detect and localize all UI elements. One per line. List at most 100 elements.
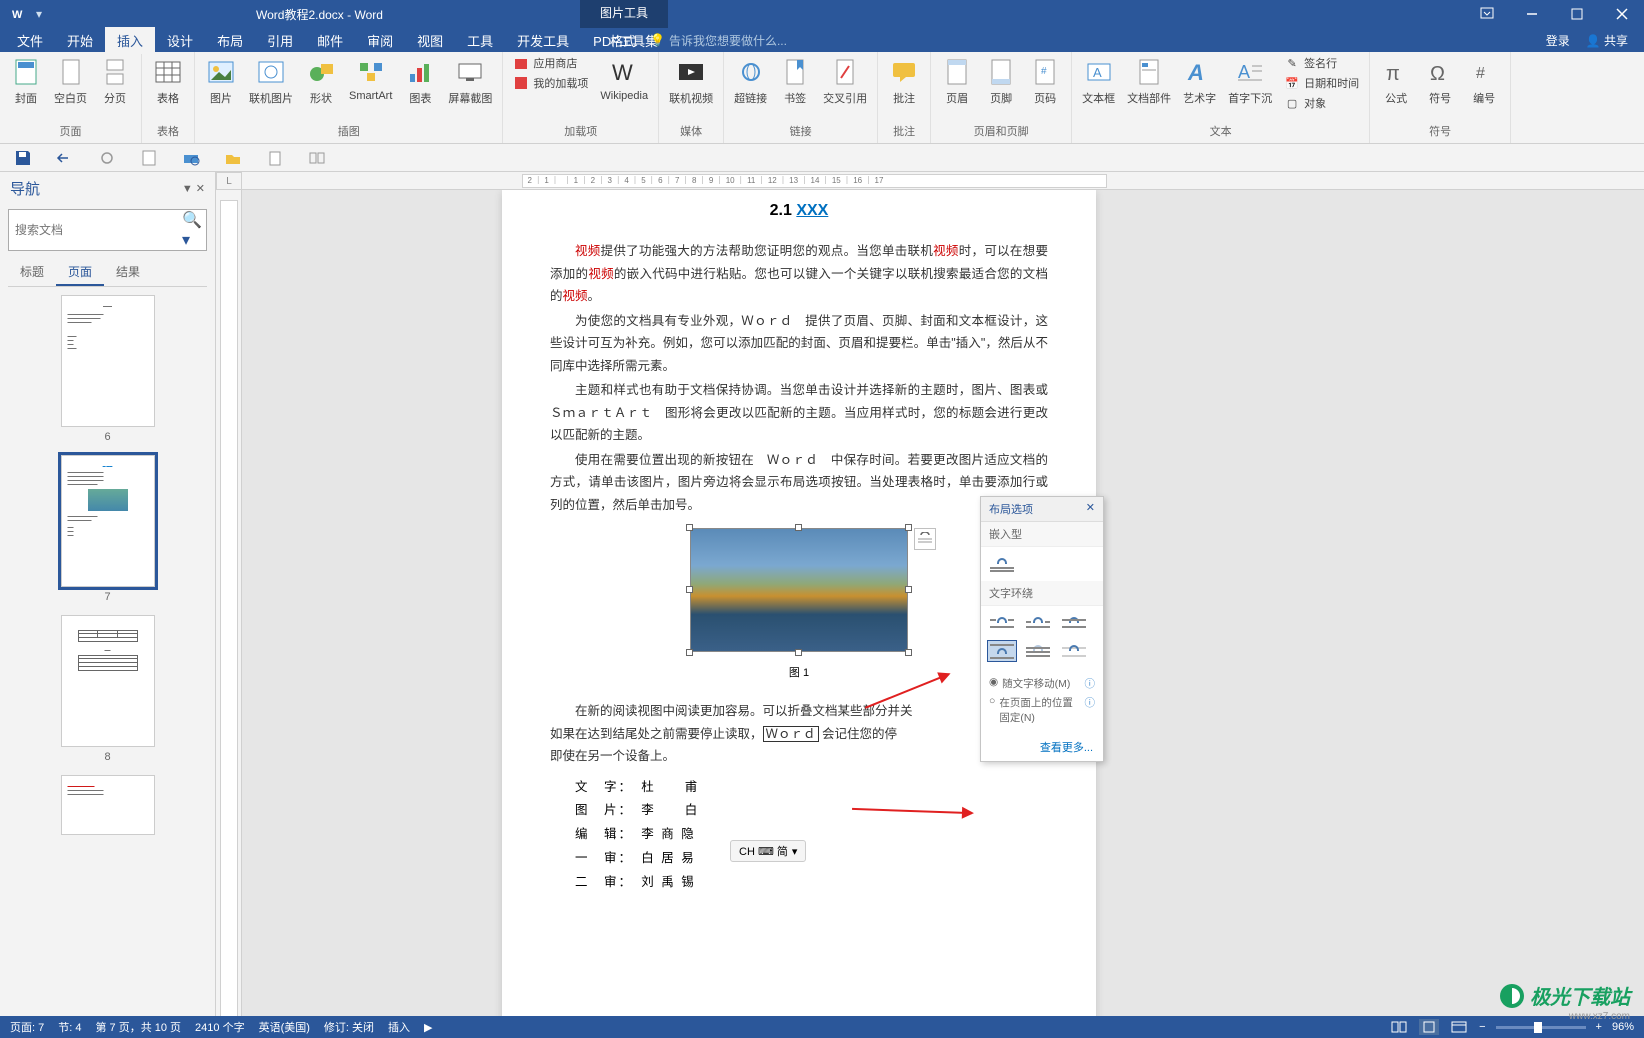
store-button[interactable]: 应用商店: [509, 54, 592, 72]
bookmark-button[interactable]: 书签: [775, 54, 815, 108]
number-button[interactable]: #编号: [1464, 54, 1504, 108]
radio-fix-position[interactable]: ○在页面上的位置固定(N)ⓘ: [989, 693, 1095, 727]
close-icon[interactable]: [1599, 0, 1644, 28]
nav-tab-pages[interactable]: 页面: [56, 259, 104, 286]
document-area[interactable]: 2.1 XXX 视频提供了功能强大的方法帮助您证明您的观点。当您单击联机视频时，…: [242, 190, 1644, 1020]
chart-button[interactable]: 图表: [400, 54, 440, 108]
horizontal-ruler[interactable]: 2 ｜ 1 ｜ ｜ 1 ｜ 2 ｜ 3 ｜ 4 ｜ 5 ｜ 6 ｜ 7 ｜ 8 …: [242, 172, 1644, 190]
thumbnail-7[interactable]: ▬ ▬▬▬▬▬▬▬▬▬▬▬▬▬▬▬▬▬▬▬▬▬▬▬▬▬▬▬▬▬▬▬▬▬▬▬▬▬▬…: [61, 455, 155, 587]
radio-move-with-text[interactable]: ◉随文字移动(M)ⓘ: [989, 674, 1095, 693]
zoom-in-icon[interactable]: +: [1596, 1021, 1602, 1033]
wrap-behind[interactable]: [1023, 640, 1053, 662]
shapes-button[interactable]: 形状: [301, 54, 341, 108]
view-print-icon[interactable]: [1419, 1019, 1439, 1035]
nav-tab-results[interactable]: 结果: [104, 259, 152, 286]
page-break-button[interactable]: 分页: [95, 54, 135, 108]
view-read-icon[interactable]: [1389, 1019, 1409, 1035]
view-web-icon[interactable]: [1449, 1019, 1469, 1035]
minimize-icon[interactable]: [1509, 0, 1554, 28]
wordart-button[interactable]: A艺术字: [1179, 54, 1220, 108]
page-number-button[interactable]: #页码: [1025, 54, 1065, 108]
header-button[interactable]: 页眉: [937, 54, 977, 108]
wrap-topbottom[interactable]: [987, 640, 1017, 662]
wrap-front[interactable]: [1059, 640, 1089, 662]
resize-handle-s[interactable]: [795, 649, 802, 656]
status-language[interactable]: 英语(美国): [259, 1019, 310, 1035]
nav-tab-headings[interactable]: 标题: [8, 259, 56, 286]
my-addins-button[interactable]: 我的加载项: [509, 74, 592, 92]
zoom-slider[interactable]: [1496, 1026, 1586, 1029]
thumbnail-6[interactable]: ▬▬▬▬▬▬▬▬▬▬▬▬▬▬▬▬▬▬▬▬▬▬▬▬▬▬▬▬▬▬▬▬▬▬▬▬▬▬▬▬…: [61, 295, 155, 427]
status-macro-icon[interactable]: ▶: [424, 1021, 432, 1034]
ribbon-options-icon[interactable]: [1464, 0, 1509, 28]
popup-close-icon[interactable]: ✕: [1086, 501, 1095, 517]
document-body[interactable]: 视频提供了功能强大的方法帮助您证明您的观点。当您单击联机视频时，可以在想要添加的…: [550, 240, 1048, 516]
resize-handle-se[interactable]: [905, 649, 912, 656]
zoom-level[interactable]: 96%: [1612, 1021, 1634, 1033]
new-icon[interactable]: [138, 147, 160, 169]
resize-handle-e[interactable]: [905, 586, 912, 593]
login-link[interactable]: 登录: [1546, 32, 1570, 49]
redo-icon[interactable]: [96, 147, 118, 169]
inserted-image[interactable]: [690, 528, 908, 652]
object-button[interactable]: ▢对象: [1280, 94, 1363, 112]
status-track[interactable]: 修订: 关闭: [324, 1019, 374, 1035]
tab-references[interactable]: 引用: [255, 27, 305, 54]
wrap-inline[interactable]: [987, 553, 1017, 575]
document-body-2[interactable]: 在新的阅读视图中阅读更加容易。可以折叠文档某些部分并关如果在达到结尾处之前需要停…: [550, 700, 1048, 768]
thumbnail-8[interactable]: ▬▬: [61, 615, 155, 747]
screenshot-button[interactable]: 屏幕截图: [444, 54, 496, 108]
status-page-of[interactable]: 第 7 页，共 10 页: [95, 1019, 181, 1035]
vertical-ruler[interactable]: [216, 190, 242, 1020]
nav-search-input[interactable]: [9, 210, 182, 250]
wrap-through[interactable]: [1059, 612, 1089, 634]
status-insert[interactable]: 插入: [388, 1019, 410, 1035]
tab-home[interactable]: 开始: [55, 27, 105, 54]
picture-button[interactable]: 图片: [201, 54, 241, 108]
resize-handle-w[interactable]: [686, 586, 693, 593]
chevron-down-icon[interactable]: ▾: [792, 845, 798, 858]
status-words[interactable]: 2410 个字: [195, 1019, 245, 1035]
tab-tools[interactable]: 工具: [455, 27, 505, 54]
touch-mode-icon[interactable]: [306, 147, 328, 169]
tab-layout[interactable]: 布局: [205, 27, 255, 54]
maximize-icon[interactable]: [1554, 0, 1599, 28]
info-icon[interactable]: ⓘ: [1085, 695, 1096, 710]
smartart-button[interactable]: SmartArt: [345, 54, 396, 104]
paste-icon[interactable]: [264, 147, 286, 169]
docparts-button[interactable]: 文档部件: [1123, 54, 1175, 108]
tab-mailings[interactable]: 邮件: [305, 27, 355, 54]
save-icon[interactable]: [12, 147, 34, 169]
wikipedia-button[interactable]: WWikipedia: [596, 54, 652, 104]
zoom-out-icon[interactable]: −: [1479, 1021, 1485, 1033]
symbol-button[interactable]: Ω符号: [1420, 54, 1460, 108]
search-icon[interactable]: 🔍 ▾: [182, 210, 206, 250]
status-section[interactable]: 节: 4: [58, 1019, 81, 1035]
chevron-down-icon[interactable]: ▾: [30, 5, 48, 23]
nav-search[interactable]: 🔍 ▾: [8, 209, 207, 251]
layout-options-button[interactable]: [914, 528, 936, 550]
nav-thumbnails[interactable]: ▬▬▬▬▬▬▬▬▬▬▬▬▬▬▬▬▬▬▬▬▬▬▬▬▬▬▬▬▬▬▬▬▬▬▬▬▬▬▬▬…: [0, 287, 215, 1020]
cover-page-button[interactable]: 封面: [6, 54, 46, 108]
comment-button[interactable]: 批注: [884, 54, 924, 108]
print-preview-icon[interactable]: [180, 147, 202, 169]
undo-icon[interactable]: [54, 147, 76, 169]
datetime-button[interactable]: 📅日期和时间: [1280, 74, 1363, 92]
ime-indicator[interactable]: CH ⌨ 简▾: [730, 840, 806, 862]
resize-handle-ne[interactable]: [905, 524, 912, 531]
wrap-square[interactable]: [987, 612, 1017, 634]
online-video-button[interactable]: 联机视频: [665, 54, 717, 108]
tell-me-search[interactable]: 💡 告诉我您想要做什么...: [650, 32, 787, 49]
tab-format[interactable]: 格式: [598, 27, 648, 54]
tab-file[interactable]: 文件: [5, 27, 55, 54]
resize-handle-nw[interactable]: [686, 524, 693, 531]
resize-handle-n[interactable]: [795, 524, 802, 531]
tab-review[interactable]: 审阅: [355, 27, 405, 54]
dropcap-button[interactable]: A首字下沉: [1224, 54, 1276, 108]
info-icon[interactable]: ⓘ: [1085, 676, 1096, 691]
crossref-button[interactable]: 交叉引用: [819, 54, 871, 108]
table-button[interactable]: 表格: [148, 54, 188, 108]
wrap-tight[interactable]: [1023, 612, 1053, 634]
blank-page-button[interactable]: 空白页: [50, 54, 91, 108]
online-picture-button[interactable]: 联机图片: [245, 54, 297, 108]
